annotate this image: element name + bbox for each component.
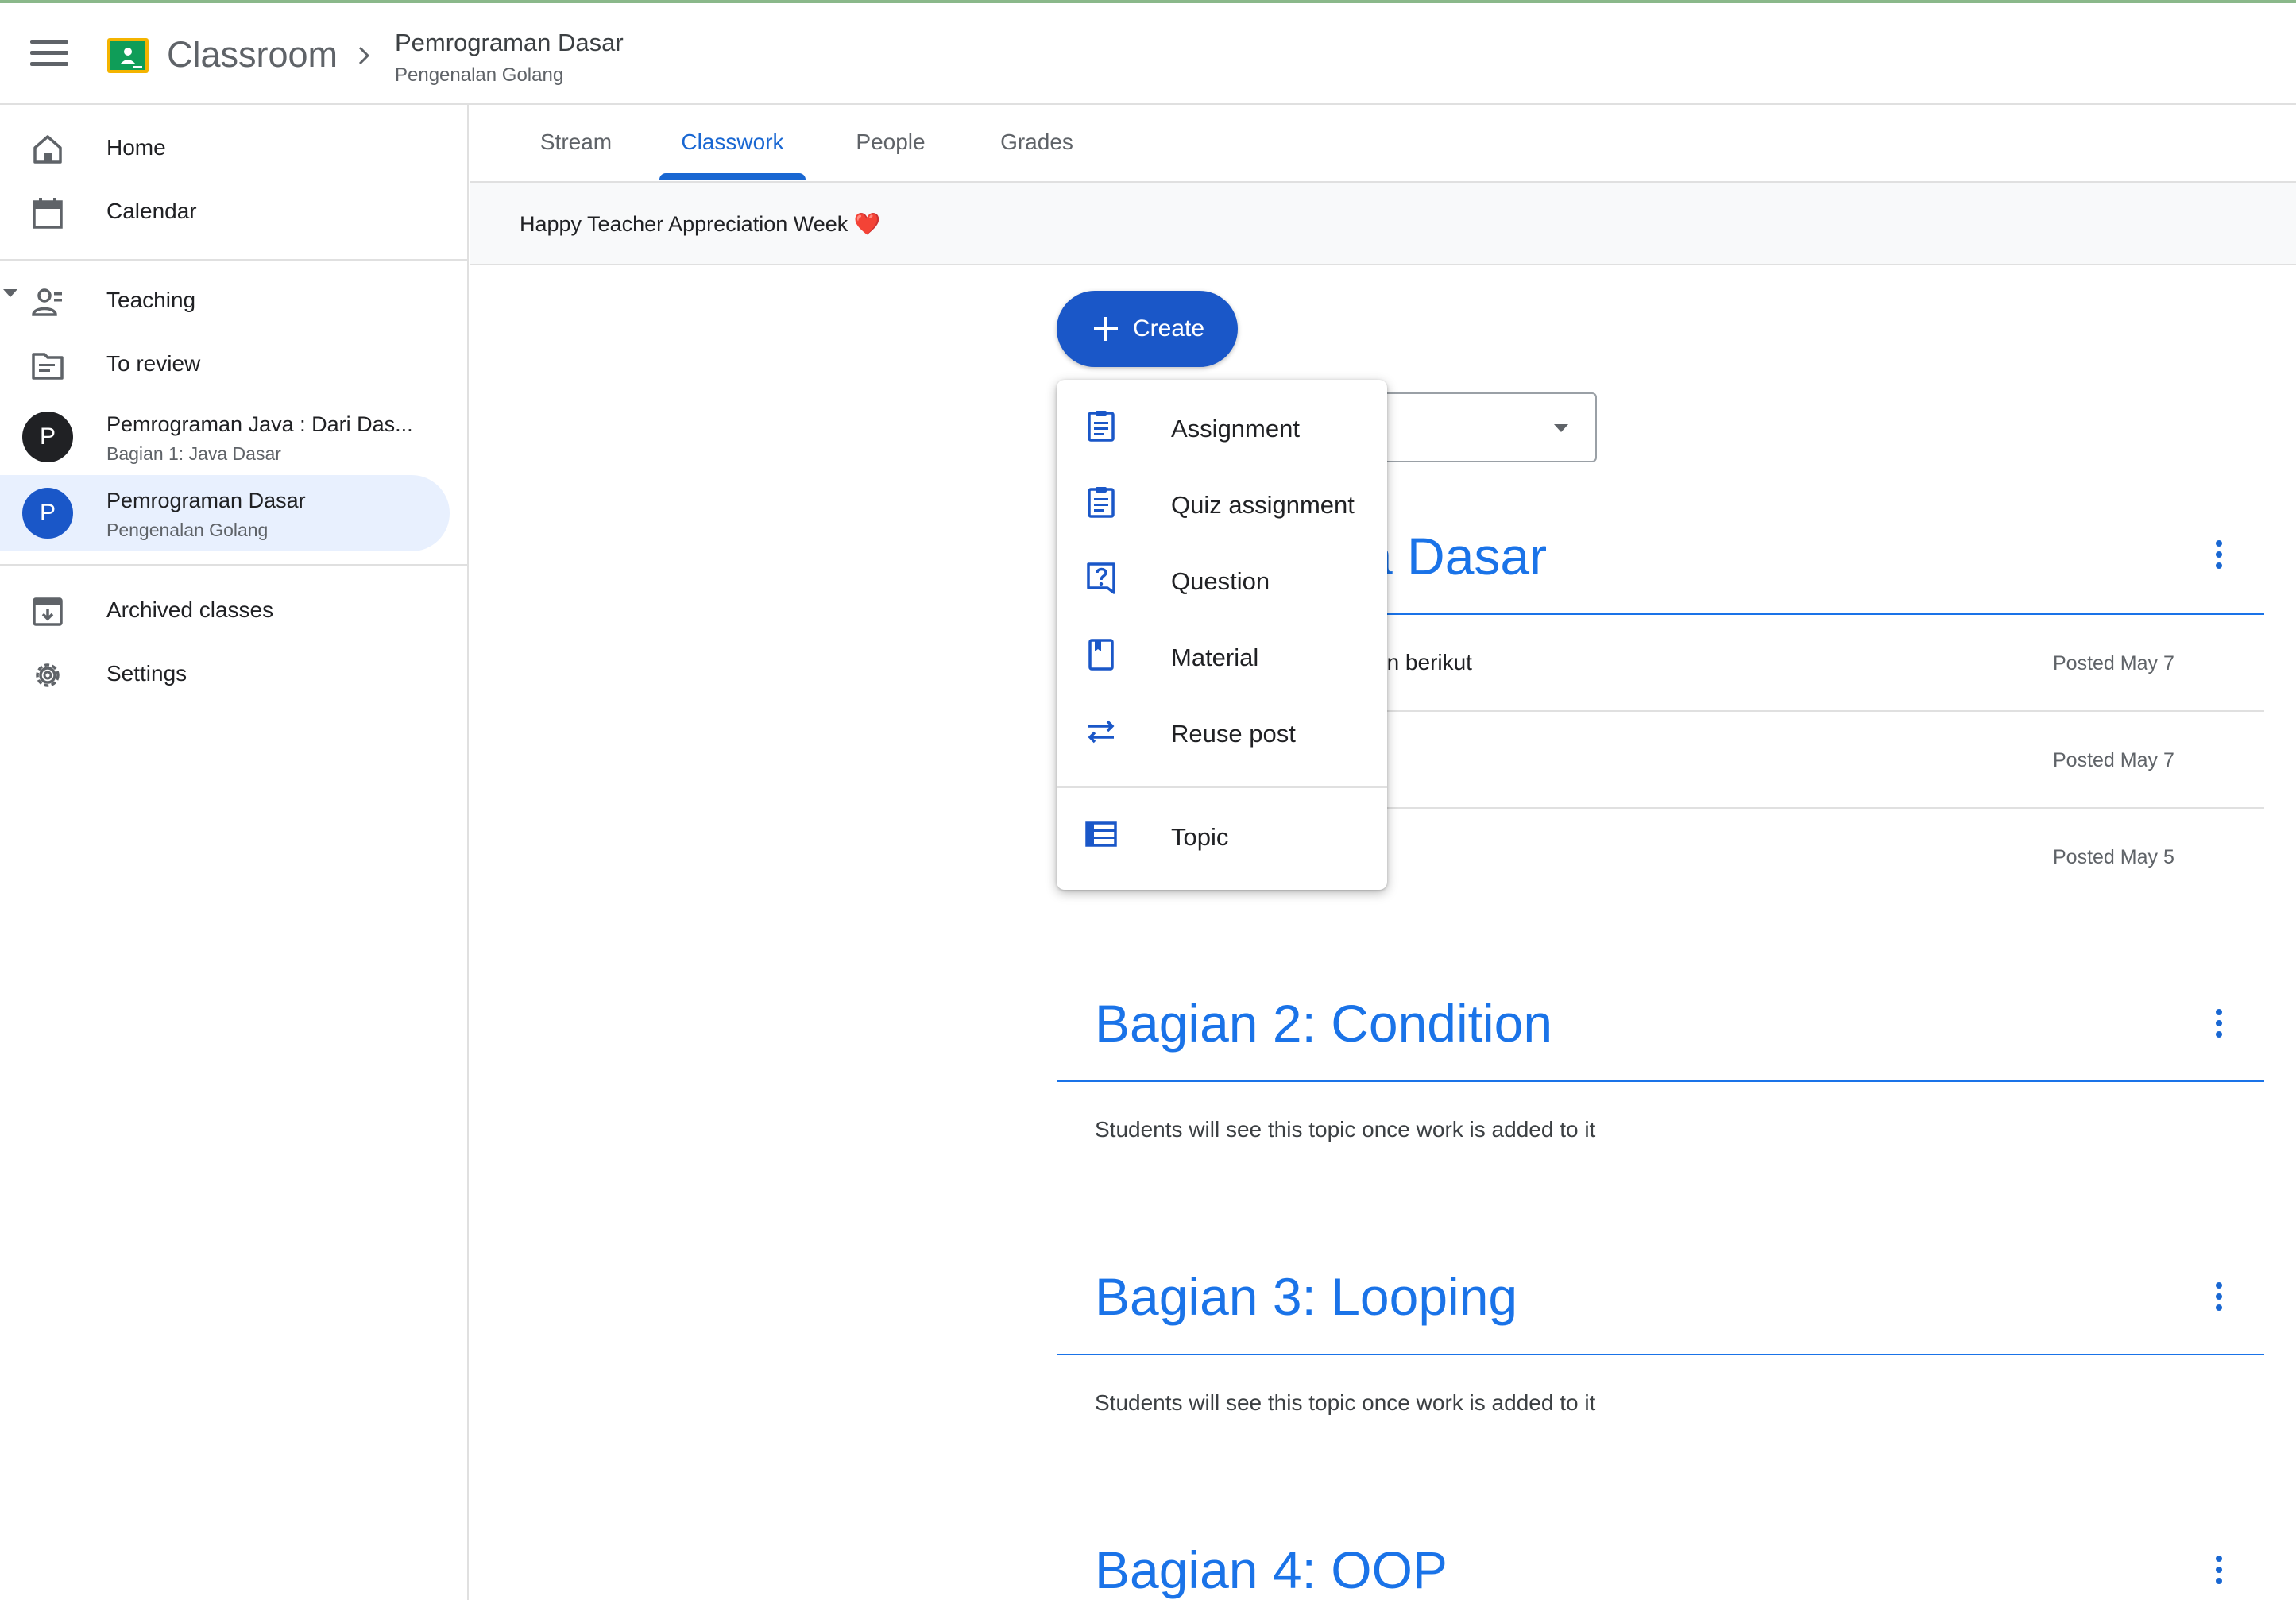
gear-icon (36, 663, 60, 687)
sidebar-course-java[interactable]: P Pemrograman Java : Dari Das... Bagian … (0, 399, 450, 475)
menu-item-quiz-assignment[interactable]: Quiz assignment (1057, 466, 1387, 542)
folder-review-icon (32, 353, 64, 380)
topic-title[interactable]: Bagian 3: Looping (1095, 1265, 1517, 1328)
banner-text: Happy Teacher Appreciation Week ❤️ (520, 208, 880, 240)
divider (0, 564, 467, 566)
sidebar-item-label: Teaching (106, 288, 196, 312)
menu-item-label: Quiz assignment (1171, 491, 1355, 519)
collapse-caret-icon[interactable] (3, 289, 17, 297)
banner-message: Happy Teacher Appreciation Week (520, 212, 848, 236)
posted-date: Posted May 7 (2053, 749, 2174, 771)
sidebar-item-settings[interactable]: Settings (0, 642, 450, 705)
topic-filter-select[interactable] (1351, 392, 1597, 462)
menu-item-topic[interactable]: Topic (1057, 798, 1387, 874)
breadcrumb-course[interactable]: Pemrograman Dasar (395, 27, 624, 59)
menu-divider (1057, 786, 1387, 788)
tab-grades[interactable]: Grades (976, 106, 1098, 183)
main-menu-icon[interactable] (30, 40, 68, 71)
top-app-bar: Classroom Pemrograman Dasar Pengenalan G… (0, 0, 2296, 105)
menu-item-label: Topic (1171, 823, 1229, 851)
tab-people[interactable]: People (831, 106, 950, 183)
classroom-app: Classroom Pemrograman Dasar Pengenalan G… (0, 0, 2296, 1600)
course-title: Pemrograman Java : Dari Das... (106, 412, 413, 436)
topic-title[interactable]: Bagian 2: Condition (1095, 991, 1552, 1055)
create-button-label: Create (1133, 315, 1205, 342)
classwork-item-title: an berikut (1374, 650, 1472, 674)
divider (0, 259, 467, 261)
dropdown-caret-icon (1554, 424, 1568, 432)
menu-item-label: Reuse post (1171, 720, 1296, 748)
teaching-person-icon (32, 288, 62, 316)
menu-item-label: Question (1171, 567, 1270, 595)
chevron-right-icon (358, 46, 370, 65)
menu-item-material[interactable]: Material (1057, 618, 1387, 694)
course-subtitle: Bagian 1: Java Dasar (106, 443, 281, 464)
menu-item-question[interactable]: Question (1057, 542, 1387, 618)
announcement-banner: Happy Teacher Appreciation Week ❤️ (470, 183, 2296, 265)
create-menu: Assignment Quiz assignment Question Mate… (1057, 380, 1387, 890)
plus-icon (1094, 317, 1118, 341)
sidebar-item-teaching[interactable]: Teaching (0, 269, 450, 332)
create-button[interactable]: Create (1057, 291, 1238, 367)
active-tab-indicator (659, 173, 806, 180)
topic-more-options-icon[interactable] (2207, 1556, 2231, 1595)
menu-item-label: Assignment (1171, 415, 1300, 443)
archive-icon (33, 597, 63, 626)
sidebar-item-label: Archived classes (106, 597, 274, 622)
topic-divider (1057, 1354, 2264, 1355)
sidebar-item-label: Calendar (106, 199, 197, 223)
topic-title[interactable]: a Dasar (1363, 524, 1547, 588)
empty-topic-message: Students will see this topic once work i… (1095, 1117, 1596, 1142)
sidebar-item-home[interactable]: Home (0, 116, 450, 180)
avatar: P (22, 488, 73, 539)
tab-classwork[interactable]: Classwork (659, 106, 806, 183)
course-subtitle: Pengenalan Golang (106, 520, 269, 540)
topic-more-options-icon[interactable] (2207, 540, 2231, 580)
calendar-icon (33, 198, 63, 229)
course-title: Pemrograman Dasar (106, 489, 306, 512)
home-icon (33, 135, 62, 164)
topic-title[interactable]: Bagian 4: OOP (1095, 1538, 1448, 1600)
menu-item-assignment[interactable]: Assignment (1057, 389, 1387, 466)
sidebar: Home Calendar Teaching To review P Pemro… (0, 105, 469, 1600)
topic-more-options-icon[interactable] (2207, 1282, 2231, 1322)
question-icon (1087, 562, 1115, 594)
sidebar-item-label: To review (106, 351, 201, 376)
breadcrumb-section: Pengenalan Golang (395, 64, 564, 86)
sidebar-item-label: Home (106, 135, 166, 160)
empty-topic-message: Students will see this topic once work i… (1095, 1390, 1596, 1415)
course-tabs: Stream Classwork People Grades (470, 106, 2296, 183)
tab-stream[interactable]: Stream (518, 106, 634, 183)
heart-emoji: ❤️ (853, 212, 881, 236)
app-title[interactable]: Classroom (167, 33, 338, 76)
sidebar-item-archived[interactable]: Archived classes (0, 578, 450, 642)
material-book-icon (1088, 639, 1114, 671)
quiz-assignment-icon (1088, 487, 1115, 518)
sidebar-course-pemrograman-dasar[interactable]: P Pemrograman Dasar Pengenalan Golang (0, 475, 450, 551)
menu-item-label: Material (1171, 643, 1259, 671)
topic-more-options-icon[interactable] (2207, 1009, 2231, 1049)
avatar: P (22, 412, 73, 462)
sidebar-item-label: Settings (106, 661, 187, 686)
topic-list-icon (1085, 821, 1117, 847)
menu-item-reuse-post[interactable]: Reuse post (1057, 694, 1387, 771)
assignment-icon (1088, 411, 1115, 442)
posted-date: Posted May 7 (2053, 652, 2174, 674)
sidebar-item-calendar[interactable]: Calendar (0, 180, 450, 243)
repeat-icon (1088, 720, 1115, 744)
sidebar-item-to-review[interactable]: To review (0, 332, 450, 396)
classroom-logo-icon[interactable] (106, 37, 149, 74)
topic-divider (1057, 1080, 2264, 1082)
posted-date: Posted May 5 (2053, 846, 2174, 868)
